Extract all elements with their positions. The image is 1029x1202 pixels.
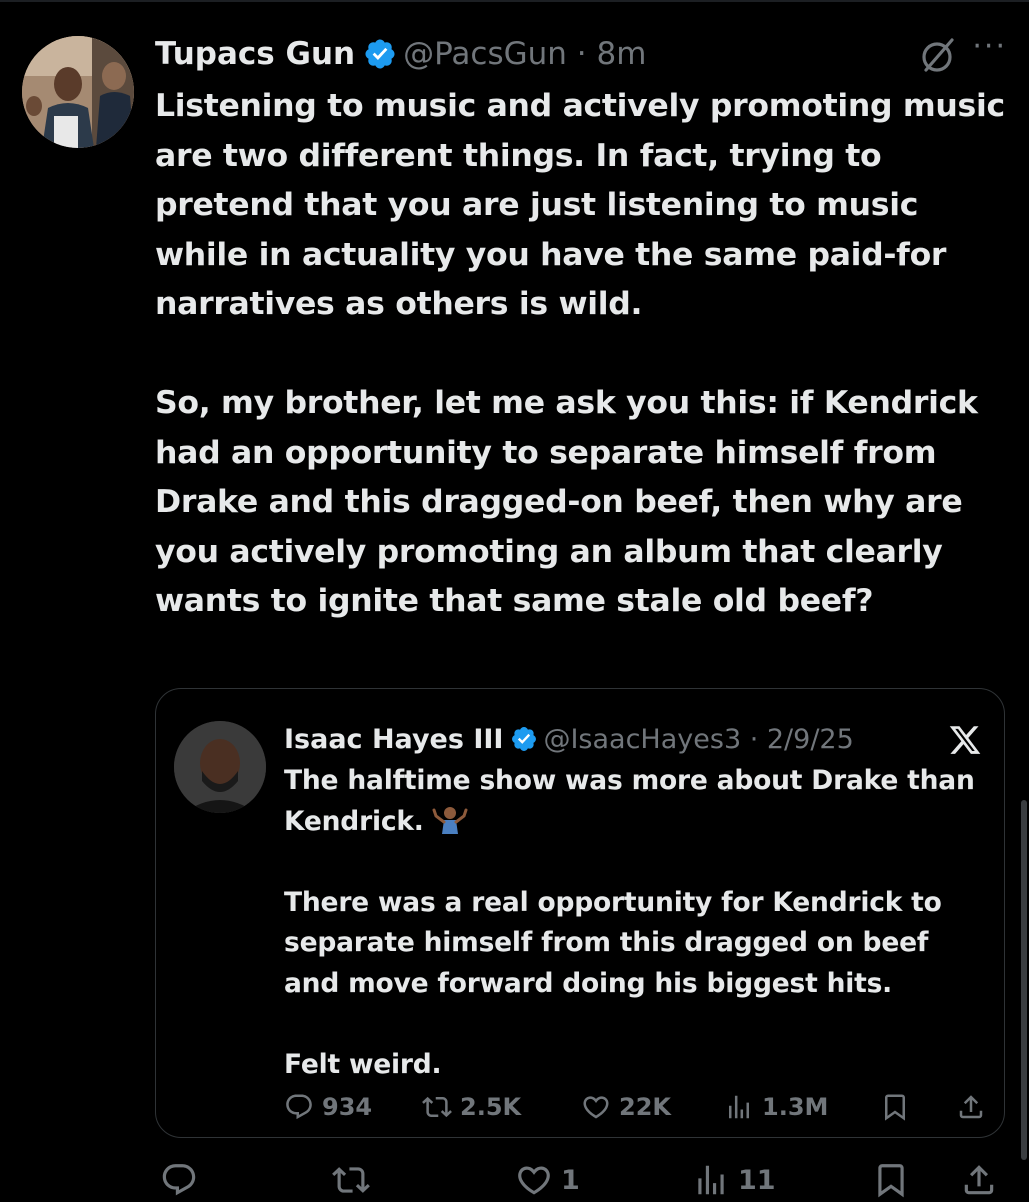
quoted-author-avatar[interactable] [174, 721, 266, 813]
view-count: 11 [738, 1164, 776, 1196]
top-divider [0, 0, 1029, 2]
quoted-view-count: 1.3M [762, 1093, 829, 1121]
heart-icon [583, 1096, 609, 1119]
share-icon[interactable] [956, 1092, 986, 1122]
more-options-icon[interactable]: ··· [972, 32, 1007, 62]
reply-button[interactable] [160, 1161, 198, 1199]
quoted-reply-count: 934 [322, 1093, 373, 1121]
views-button[interactable]: 11 [692, 1161, 776, 1199]
quoted-views-button[interactable]: 1.3M [724, 1092, 828, 1122]
quoted-paragraph: Felt weird. [284, 1048, 442, 1080]
author-avatar[interactable] [22, 36, 134, 148]
post-paragraph: So, my brother, let me ask you this: if … [155, 385, 978, 619]
quoted-post-actions: 934 2.5K 22K 1.3M [284, 1087, 994, 1127]
like-button[interactable]: 1 [515, 1161, 580, 1199]
verified-badge-icon [512, 727, 537, 751]
person-shrugging-emoji-icon [432, 806, 468, 834]
like-count: 1 [561, 1164, 580, 1196]
post-text: Listening to music and actively promotin… [155, 82, 1015, 627]
post-actions: 1 11 [160, 1158, 1010, 1202]
quoted-repost-button[interactable]: 2.5K [422, 1092, 521, 1122]
quoted-post-text: The halftime show was more about Drake t… [284, 761, 984, 1085]
quoted-like-button[interactable]: 22K [581, 1092, 671, 1122]
grok-icon[interactable] [918, 36, 958, 76]
post-header: Tupacs Gun @PacsGun · 8m [155, 30, 646, 78]
heart-icon [518, 1166, 550, 1195]
post-paragraph: Listening to music and actively promotin… [155, 88, 1005, 322]
quoted-author-handle-time[interactable]: @IsaacHayes3 · 2/9/25 [543, 724, 853, 755]
quoted-repost-count: 2.5K [460, 1093, 522, 1121]
quoted-post[interactable]: Isaac Hayes III @IsaacHayes3 · 2/9/25 Th… [155, 688, 1005, 1138]
post-top-actions: ··· [918, 32, 1007, 76]
quoted-paragraph: There was a real opportunity for Kendric… [284, 886, 942, 999]
views-chart-icon [729, 1095, 749, 1119]
quoted-reply-button[interactable]: 934 [284, 1092, 372, 1122]
bookmark-icon[interactable] [872, 1161, 910, 1199]
views-chart-icon [698, 1165, 724, 1195]
verified-badge-icon [365, 39, 395, 69]
quoted-like-count: 22K [619, 1093, 671, 1121]
share-icon[interactable] [960, 1161, 998, 1199]
bookmark-icon[interactable] [880, 1092, 910, 1122]
reply-icon [162, 1164, 196, 1196]
author-name[interactable]: Tupacs Gun [155, 36, 355, 72]
quoted-post-header: Isaac Hayes III @IsaacHayes3 · 2/9/25 [284, 719, 854, 759]
reply-icon [286, 1094, 312, 1120]
author-handle-time[interactable]: @PacsGun · 8m [403, 36, 646, 72]
x-logo-icon [949, 726, 981, 754]
repost-icon [332, 1167, 370, 1193]
repost-button[interactable] [332, 1161, 370, 1199]
repost-icon [422, 1096, 452, 1118]
quoted-paragraph: The halftime show was more about Drake t… [284, 765, 975, 837]
scrollbar-thumb[interactable] [1021, 800, 1027, 1160]
quoted-author-name[interactable]: Isaac Hayes III [284, 724, 503, 755]
